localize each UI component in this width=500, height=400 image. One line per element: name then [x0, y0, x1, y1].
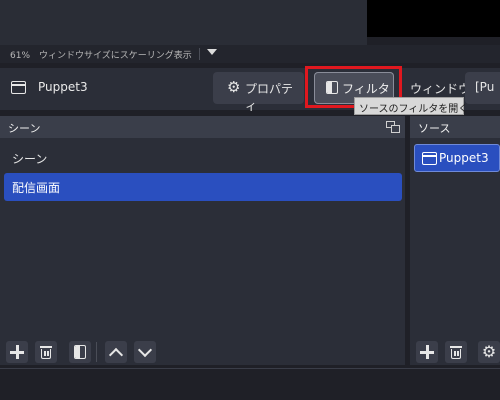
scenes-dock-title: シーン	[8, 122, 41, 135]
source-properties-button[interactable]: ⚙	[478, 341, 500, 363]
preview-canvas	[0, 0, 367, 45]
properties-button[interactable]: ⚙ プロパティ	[213, 72, 304, 113]
properties-label: プロパティ	[245, 82, 294, 113]
scene-list-item[interactable]: シーン	[4, 145, 402, 171]
scene-list-item-selected[interactable]: 配信画面	[4, 173, 402, 201]
window-label: ウィンドウ	[410, 82, 471, 96]
undock-icon[interactable]	[386, 121, 400, 133]
status-bar-divider	[0, 368, 500, 369]
window-select-value: [Pu	[475, 80, 495, 94]
sources-dock-title: ソース	[418, 122, 451, 135]
window-capture-icon	[422, 152, 437, 165]
zoom-dropdown-arrow-icon[interactable]	[207, 49, 217, 55]
remove-scene-button[interactable]	[35, 341, 57, 363]
gear-icon: ⚙	[227, 78, 241, 96]
source-list-item-selected[interactable]: Puppet3	[414, 144, 500, 172]
selected-source-name: Puppet3	[38, 80, 88, 94]
filter-icon	[74, 345, 86, 359]
move-scene-up-button[interactable]	[105, 341, 127, 363]
source-item-label: Puppet3	[439, 151, 489, 165]
tooltip-text: ソースのフィルタを開く	[359, 104, 469, 115]
sources-dock-header: ソース	[410, 116, 500, 138]
add-scene-button[interactable]	[6, 341, 28, 363]
sources-list-panel	[410, 138, 500, 365]
zoom-scale-text: 61% ウィンドウサイズにスケーリング表示	[10, 51, 192, 61]
window-capture-icon	[11, 81, 26, 94]
chevron-up-icon	[108, 347, 124, 363]
preview-zoom-bar: 61% ウィンドウサイズにスケーリング表示	[0, 45, 500, 63]
scenes-dock-header: シーン	[0, 116, 405, 138]
chevron-down-icon	[137, 342, 153, 358]
window-select[interactable]: [Pu	[465, 72, 500, 104]
move-scene-down-button[interactable]	[134, 341, 156, 363]
zoom-divider	[199, 48, 200, 60]
scene-item-label: 配信画面	[12, 181, 61, 195]
add-source-button[interactable]	[416, 341, 438, 363]
remove-source-button[interactable]	[445, 341, 467, 363]
scene-item-label: シーン	[12, 152, 48, 166]
filters-tooltip: ソースのフィルタを開く	[354, 97, 468, 115]
scene-filters-button[interactable]	[69, 341, 91, 363]
toolbar-divider	[96, 342, 97, 362]
preview-output	[367, 0, 500, 37]
gear-icon: ⚙	[481, 342, 497, 361]
